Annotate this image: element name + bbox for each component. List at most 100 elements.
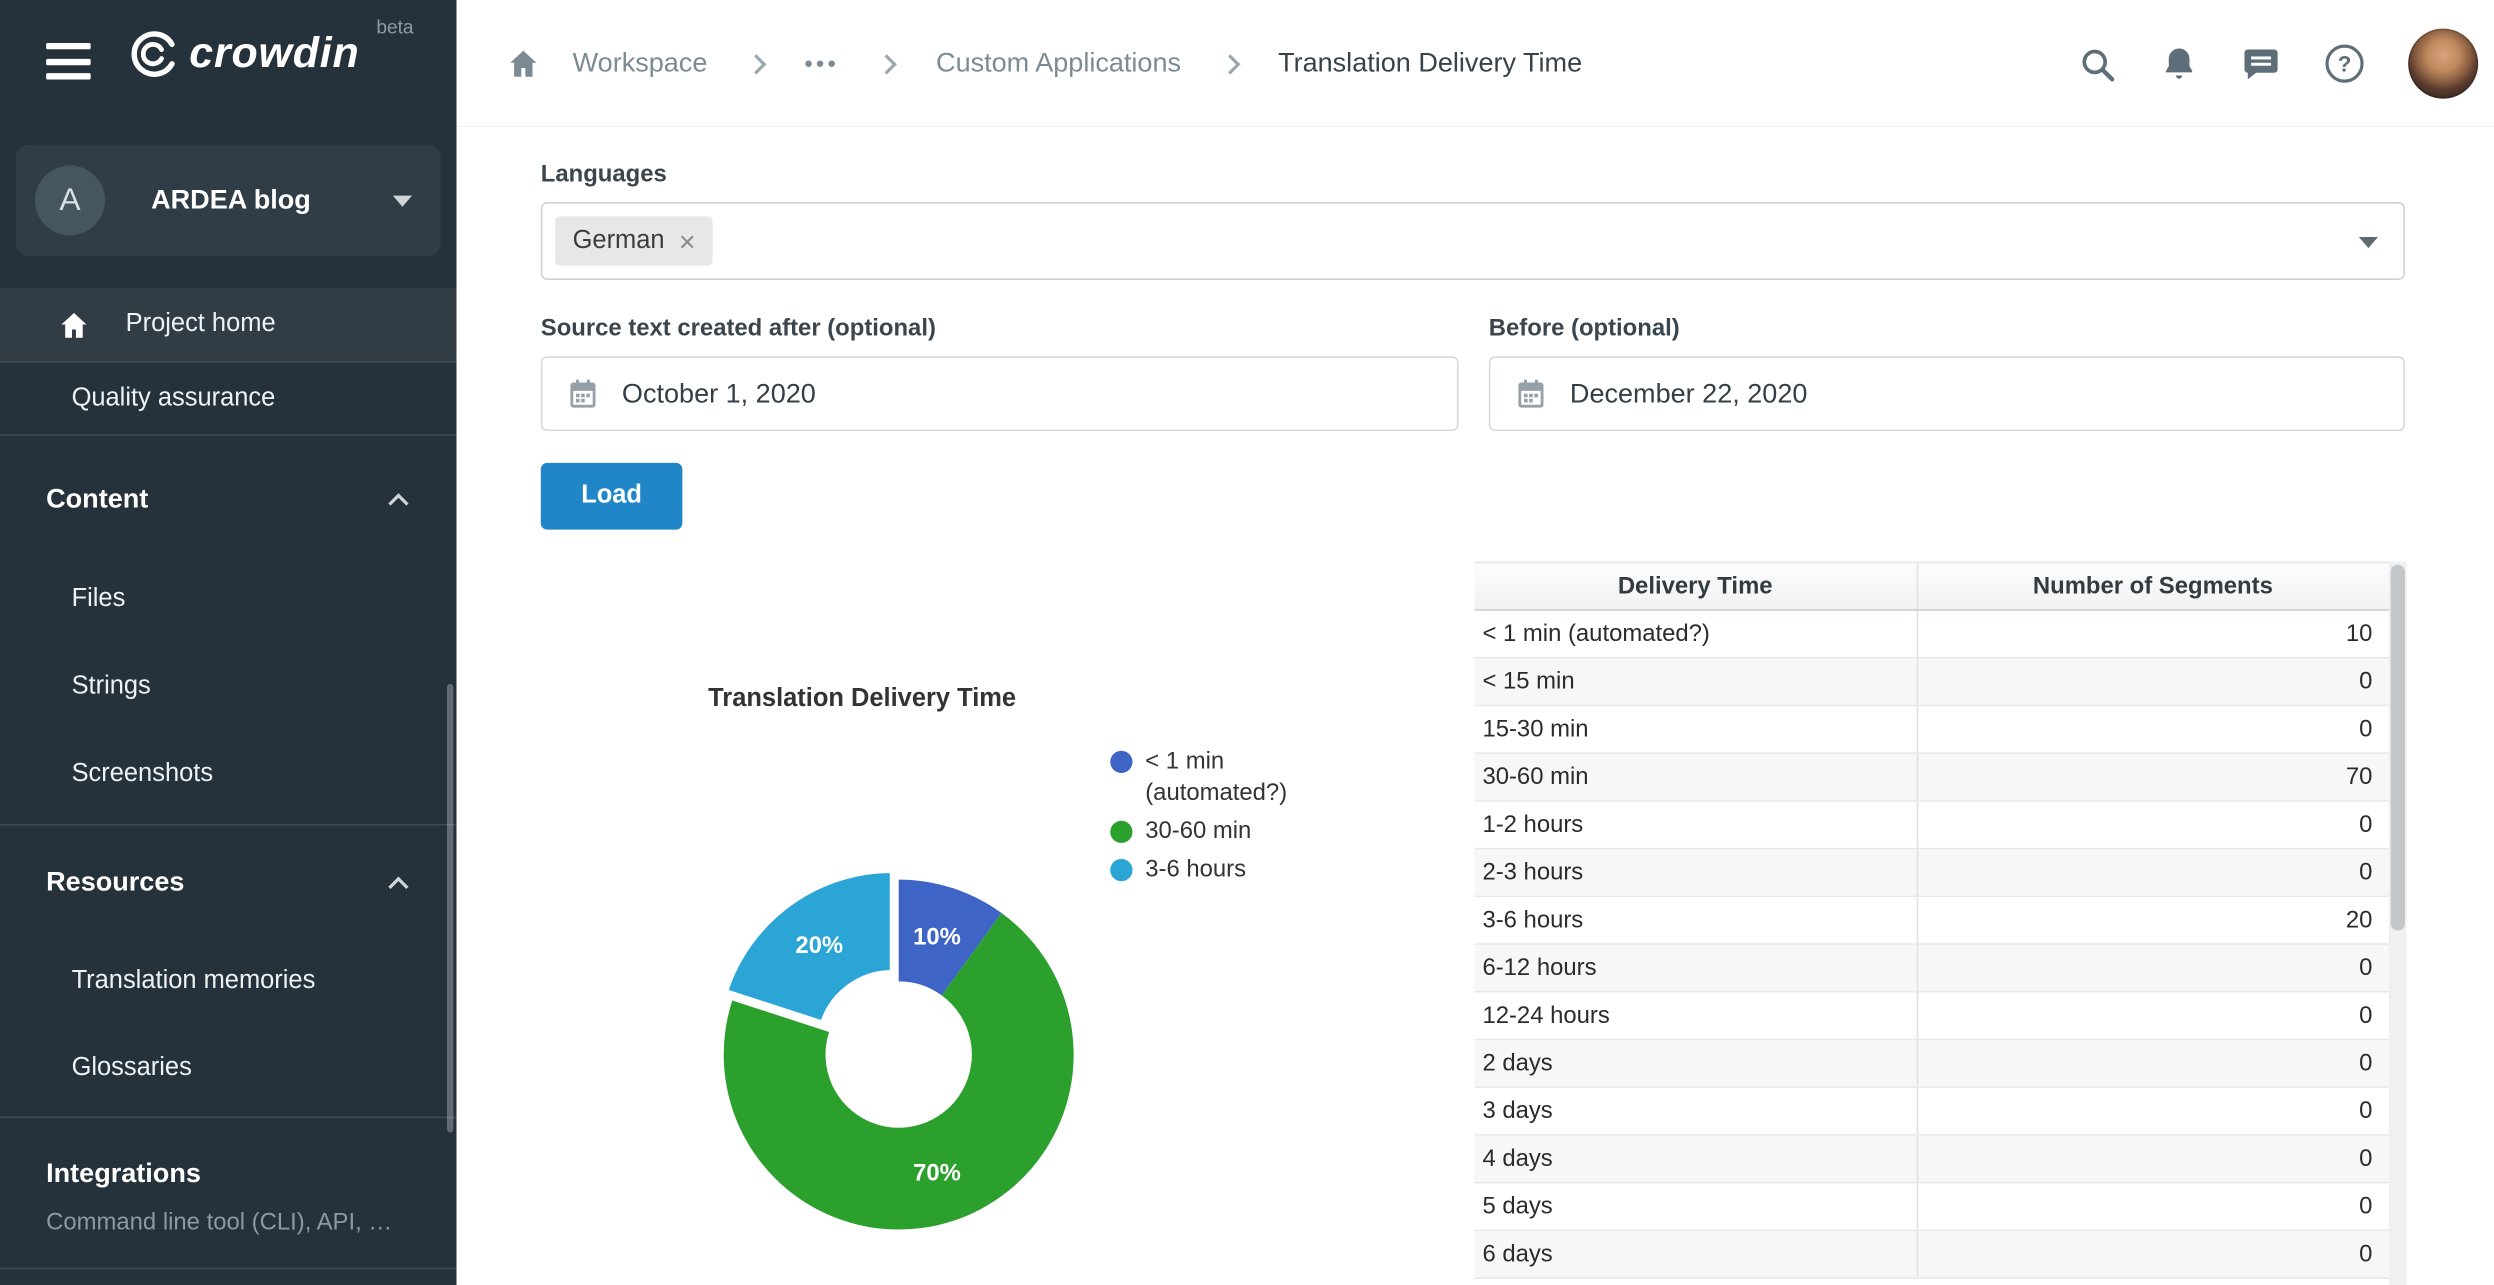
menu-icon[interactable] (46, 43, 91, 80)
sidebar-section-content[interactable]: Content (0, 464, 457, 534)
notifications-bell-icon[interactable] (2160, 45, 2198, 83)
legend-label: 3-6 hours (1145, 854, 1246, 886)
chevron-right-icon (877, 54, 897, 74)
remove-chip-icon[interactable]: × (679, 227, 696, 256)
sidebar-section-resources[interactable]: Resources (0, 848, 457, 918)
crowdin-logo-icon (121, 29, 181, 77)
table-header-row: Delivery Time Number of Segments (1474, 562, 2389, 610)
table-row: 6 days0 (1474, 1230, 2389, 1278)
chevron-right-icon (746, 54, 766, 74)
delivery-table-body: < 1 min (automated?)10< 15 min015-30 min… (1474, 610, 2389, 1278)
delivery-time-cell: 3 days (1474, 1087, 1916, 1135)
segment-count-cell: 0 (1917, 1183, 2389, 1231)
calendar-icon (1514, 377, 1547, 410)
legend-item: < 1 min (automated?) (1110, 746, 1304, 810)
help-icon[interactable]: ? (2324, 43, 2365, 84)
sidebar-item-label: Strings (72, 673, 151, 702)
donut-percent-label: 10% (913, 924, 961, 951)
segment-count-cell: 10 (1917, 610, 2389, 658)
divider (0, 1268, 457, 1270)
table-row: 1-2 hours0 (1474, 801, 2389, 849)
legend-label: < 1 min (automated?) (1145, 746, 1304, 810)
before-date-value: December 22, 2020 (1570, 378, 1808, 410)
app-window: crowdin beta A ARDEA blog Project home Q… (0, 0, 2494, 1285)
segment-count-cell: 0 (1917, 658, 2389, 706)
sidebar-section-integrations[interactable]: Integrations (0, 1142, 457, 1206)
crowdin-logo[interactable]: crowdin (121, 29, 360, 78)
sidebar-item-translation-memories[interactable]: Translation memories (0, 951, 457, 1011)
workspace-home-icon[interactable] (506, 46, 541, 81)
section-label: Resources (46, 867, 391, 899)
messages-icon[interactable] (2241, 44, 2281, 84)
sidebar-item-strings[interactable]: Strings (0, 657, 457, 717)
sidebar-item-quality-assurance[interactable]: Quality assurance (0, 363, 457, 435)
sidebar-item-project-home[interactable]: Project home (0, 288, 457, 361)
breadcrumb: Workspace ••• Custom Applications Transl… (506, 0, 1582, 127)
after-date-input[interactable]: October 1, 2020 (541, 356, 1459, 431)
table-row: 3 days0 (1474, 1087, 2389, 1135)
delivery-time-cell: 6 days (1474, 1230, 1916, 1278)
delivery-time-cell: 2 days (1474, 1039, 1916, 1087)
segment-count-cell: 0 (1917, 705, 2389, 753)
chevron-up-icon (388, 876, 408, 896)
integrations-subtext[interactable]: Command line tool (CLI), API, … (46, 1209, 420, 1236)
table-row: 15-30 min0 (1474, 705, 2389, 753)
logo-text: crowdin (189, 29, 359, 78)
donut-chart: 10%70%20% (708, 864, 1090, 1246)
sidebar-item-glossaries[interactable]: Glossaries (0, 1039, 457, 1099)
header-delivery-time: Delivery Time (1474, 562, 1916, 610)
delivery-time-cell: 12-24 hours (1474, 992, 1916, 1040)
languages-select[interactable]: German × (541, 202, 2405, 280)
project-selector[interactable]: A ARDEA blog (16, 145, 441, 256)
svg-text:?: ? (2338, 52, 2352, 77)
delivery-time-cell: 3-6 hours (1474, 896, 1916, 944)
before-date-label: Before (optional) (1489, 315, 1680, 342)
section-label: Content (46, 484, 391, 516)
language-chip: German × (555, 216, 713, 265)
before-date-input[interactable]: December 22, 2020 (1489, 356, 2405, 431)
beta-badge: beta (376, 16, 413, 38)
legend-dot (1110, 751, 1132, 773)
table-scrollbar[interactable] (2389, 561, 2406, 1285)
divider (0, 1117, 457, 1119)
table-row: 5 days0 (1474, 1183, 2389, 1231)
table-row: 2 days0 (1474, 1039, 2389, 1087)
divider (0, 824, 457, 826)
legend-dot (1110, 859, 1132, 881)
section-label: Integrations (46, 1158, 456, 1190)
sidebar-scrollbar[interactable] (447, 684, 453, 1133)
table-row: 3-6 hours20 (1474, 896, 2389, 944)
header-number-of-segments: Number of Segments (1917, 562, 2389, 610)
delivery-time-cell: 2-3 hours (1474, 849, 1916, 897)
segment-count-cell: 0 (1917, 1039, 2389, 1087)
delivery-time-cell: 15-30 min (1474, 705, 1916, 753)
sidebar-item-screenshots[interactable]: Screenshots (0, 744, 457, 804)
main-content: Languages German × Source text created a… (457, 127, 2494, 1285)
segment-count-cell: 20 (1917, 896, 2389, 944)
delivery-time-cell: 5 days (1474, 1183, 1916, 1231)
chart-legend: < 1 min (automated?) 30-60 min 3-6 hours (1110, 746, 1304, 892)
chevron-up-icon (388, 493, 408, 513)
table-scrollbar-thumb[interactable] (2391, 565, 2405, 931)
search-icon[interactable] (2077, 44, 2117, 84)
sidebar-item-files[interactable]: Files (0, 569, 457, 629)
delivery-time-cell: 1-2 hours (1474, 801, 1916, 849)
user-avatar[interactable] (2408, 29, 2478, 99)
chart-title: Translation Delivery Time (600, 686, 1125, 715)
breadcrumb-workspace[interactable]: Workspace (573, 48, 708, 80)
delivery-time-cell: 30-60 min (1474, 753, 1916, 801)
table-row: < 15 min0 (1474, 658, 2389, 706)
breadcrumb-current-page: Translation Delivery Time (1278, 48, 1582, 80)
legend-item: 3-6 hours (1110, 854, 1304, 886)
legend-item: 30-60 min (1110, 816, 1304, 848)
breadcrumb-custom-applications[interactable]: Custom Applications (936, 48, 1181, 80)
legend-label: 30-60 min (1145, 816, 1251, 848)
segment-count-cell: 70 (1917, 753, 2389, 801)
segment-count-cell: 0 (1917, 849, 2389, 897)
after-date-value: October 1, 2020 (622, 378, 816, 410)
breadcrumb-ellipsis-button[interactable]: ••• (804, 50, 839, 77)
project-avatar: A (35, 165, 105, 235)
sidebar-item-label: Screenshots (72, 760, 213, 789)
load-button[interactable]: Load (541, 463, 683, 530)
delivery-table: Delivery Time Number of Segments < 1 min… (1474, 561, 2389, 1278)
